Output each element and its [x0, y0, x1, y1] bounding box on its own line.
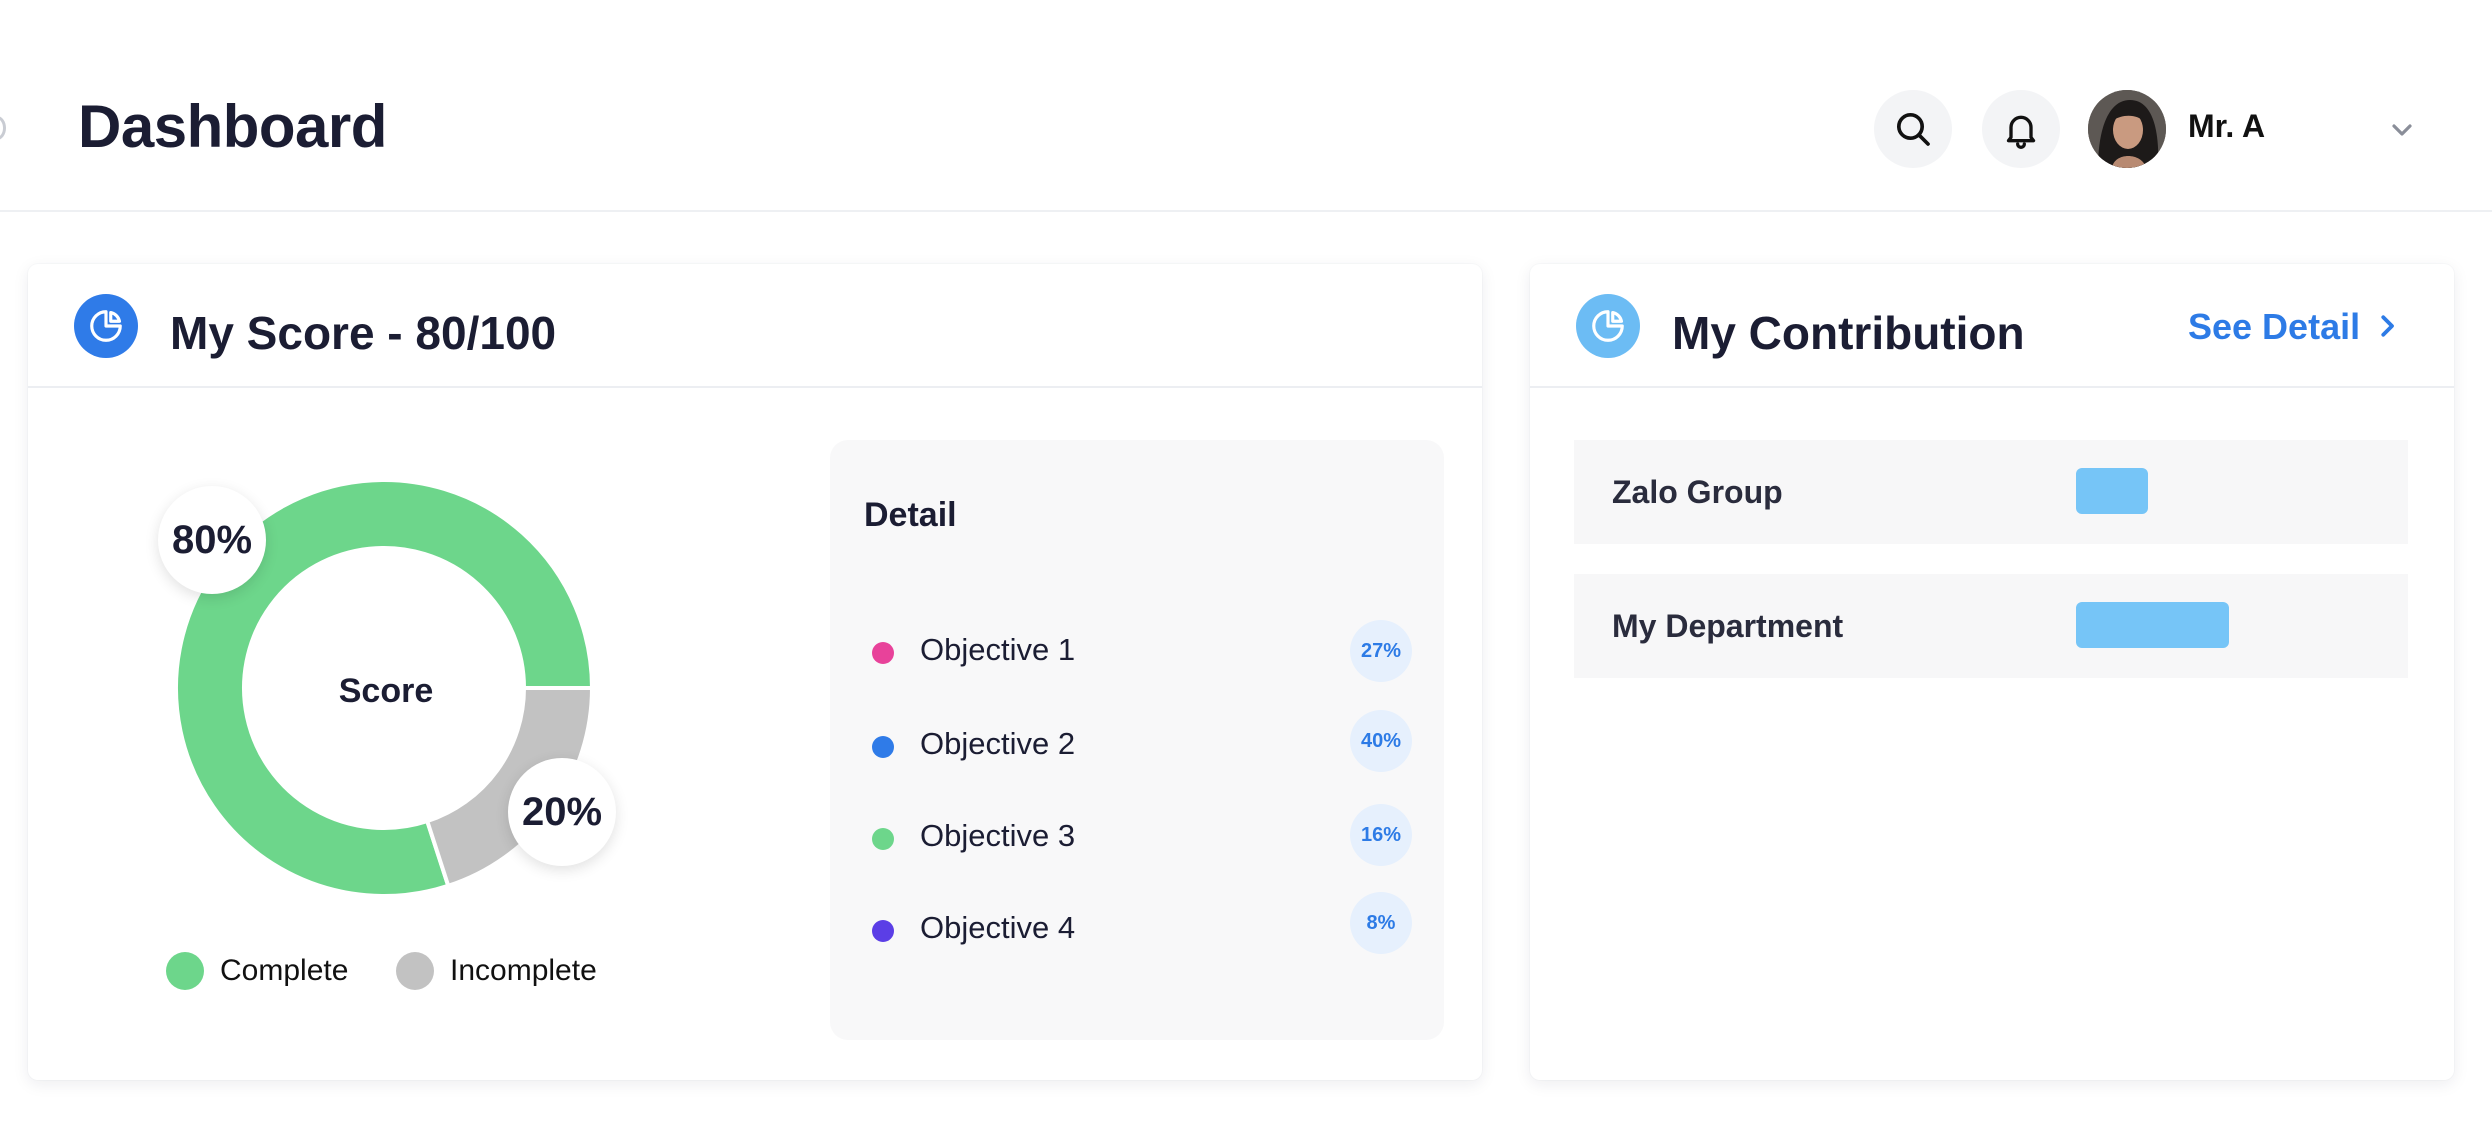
objective-row: Objective 3 16% — [872, 804, 1412, 866]
objective-row: Objective 2 40% — [872, 710, 1412, 772]
objective-color-dot — [872, 642, 894, 664]
donut-center-label: Score — [338, 672, 434, 710]
detail-title: Detail — [864, 496, 957, 534]
contribution-bar-track — [2076, 468, 2376, 514]
notifications-button[interactable] — [1982, 90, 2060, 168]
objective-percent-badge: 16% — [1350, 804, 1412, 866]
search-icon — [1897, 113, 1930, 146]
user-avatar[interactable] — [2088, 90, 2166, 168]
user-name[interactable]: Mr. A — [2188, 108, 2265, 145]
sidebar-toggle-edge[interactable] — [0, 116, 6, 140]
contribution-label: Zalo Group — [1612, 474, 1783, 510]
see-detail-link[interactable]: See Detail — [2188, 306, 2360, 348]
objective-label: Objective 1 — [920, 632, 1076, 667]
contribution-bar-track — [2076, 602, 2376, 648]
objective-percent-badge: 27% — [1350, 620, 1412, 682]
contribution-bar — [2076, 602, 2229, 648]
objective-percent-badge: 8% — [1350, 892, 1412, 954]
objective-color-dot — [872, 920, 894, 942]
search-button[interactable] — [1874, 90, 1952, 168]
legend-complete-swatch — [166, 952, 204, 990]
incomplete-percent-bubble: 20% — [508, 758, 616, 866]
objective-color-dot — [872, 828, 894, 850]
complete-percent-bubble: 80% — [158, 486, 266, 594]
detail-panel: Detail Objective 1 27% Objective 2 40% O… — [830, 440, 1444, 1040]
my-contribution-title: My Contribution — [1672, 307, 2025, 359]
objective-label: Objective 2 — [920, 726, 1076, 761]
pie-chart-icon — [1592, 310, 1624, 342]
my-score-header: My Score - 80/100 — [28, 264, 1482, 388]
contribution-label: My Department — [1612, 608, 1844, 644]
legend-complete-label: Complete — [220, 954, 349, 987]
score-section-icon-badge — [74, 294, 138, 358]
contribution-row: My Department — [1574, 574, 2408, 678]
chevron-right-icon[interactable] — [2372, 310, 2402, 342]
objective-label: Objective 3 — [920, 818, 1076, 853]
legend-complete: Complete — [166, 952, 348, 990]
objective-color-dot — [872, 736, 894, 758]
legend-incomplete: Incomplete — [396, 952, 597, 990]
contribution-row: Zalo Group — [1574, 440, 2408, 544]
objective-row: Objective 4 8% — [872, 892, 1412, 954]
objective-row: Objective 1 27% — [872, 620, 1412, 682]
legend-incomplete-label: Incomplete — [450, 954, 597, 987]
objective-percent-badge: 40% — [1350, 710, 1412, 772]
legend-incomplete-swatch — [396, 952, 434, 990]
objective-label: Objective 4 — [920, 910, 1076, 945]
avatar-photo — [2088, 90, 2166, 168]
bell-icon — [2006, 115, 2036, 149]
chevron-down-icon[interactable] — [2386, 114, 2418, 146]
pie-chart-icon — [90, 310, 122, 342]
contribution-section-icon-badge — [1576, 294, 1640, 358]
top-bar: Dashboard Mr. A — [0, 0, 2492, 212]
page-title: Dashboard — [78, 93, 387, 160]
my-score-title: My Score - 80/100 — [170, 307, 557, 359]
contribution-bar — [2076, 468, 2148, 514]
